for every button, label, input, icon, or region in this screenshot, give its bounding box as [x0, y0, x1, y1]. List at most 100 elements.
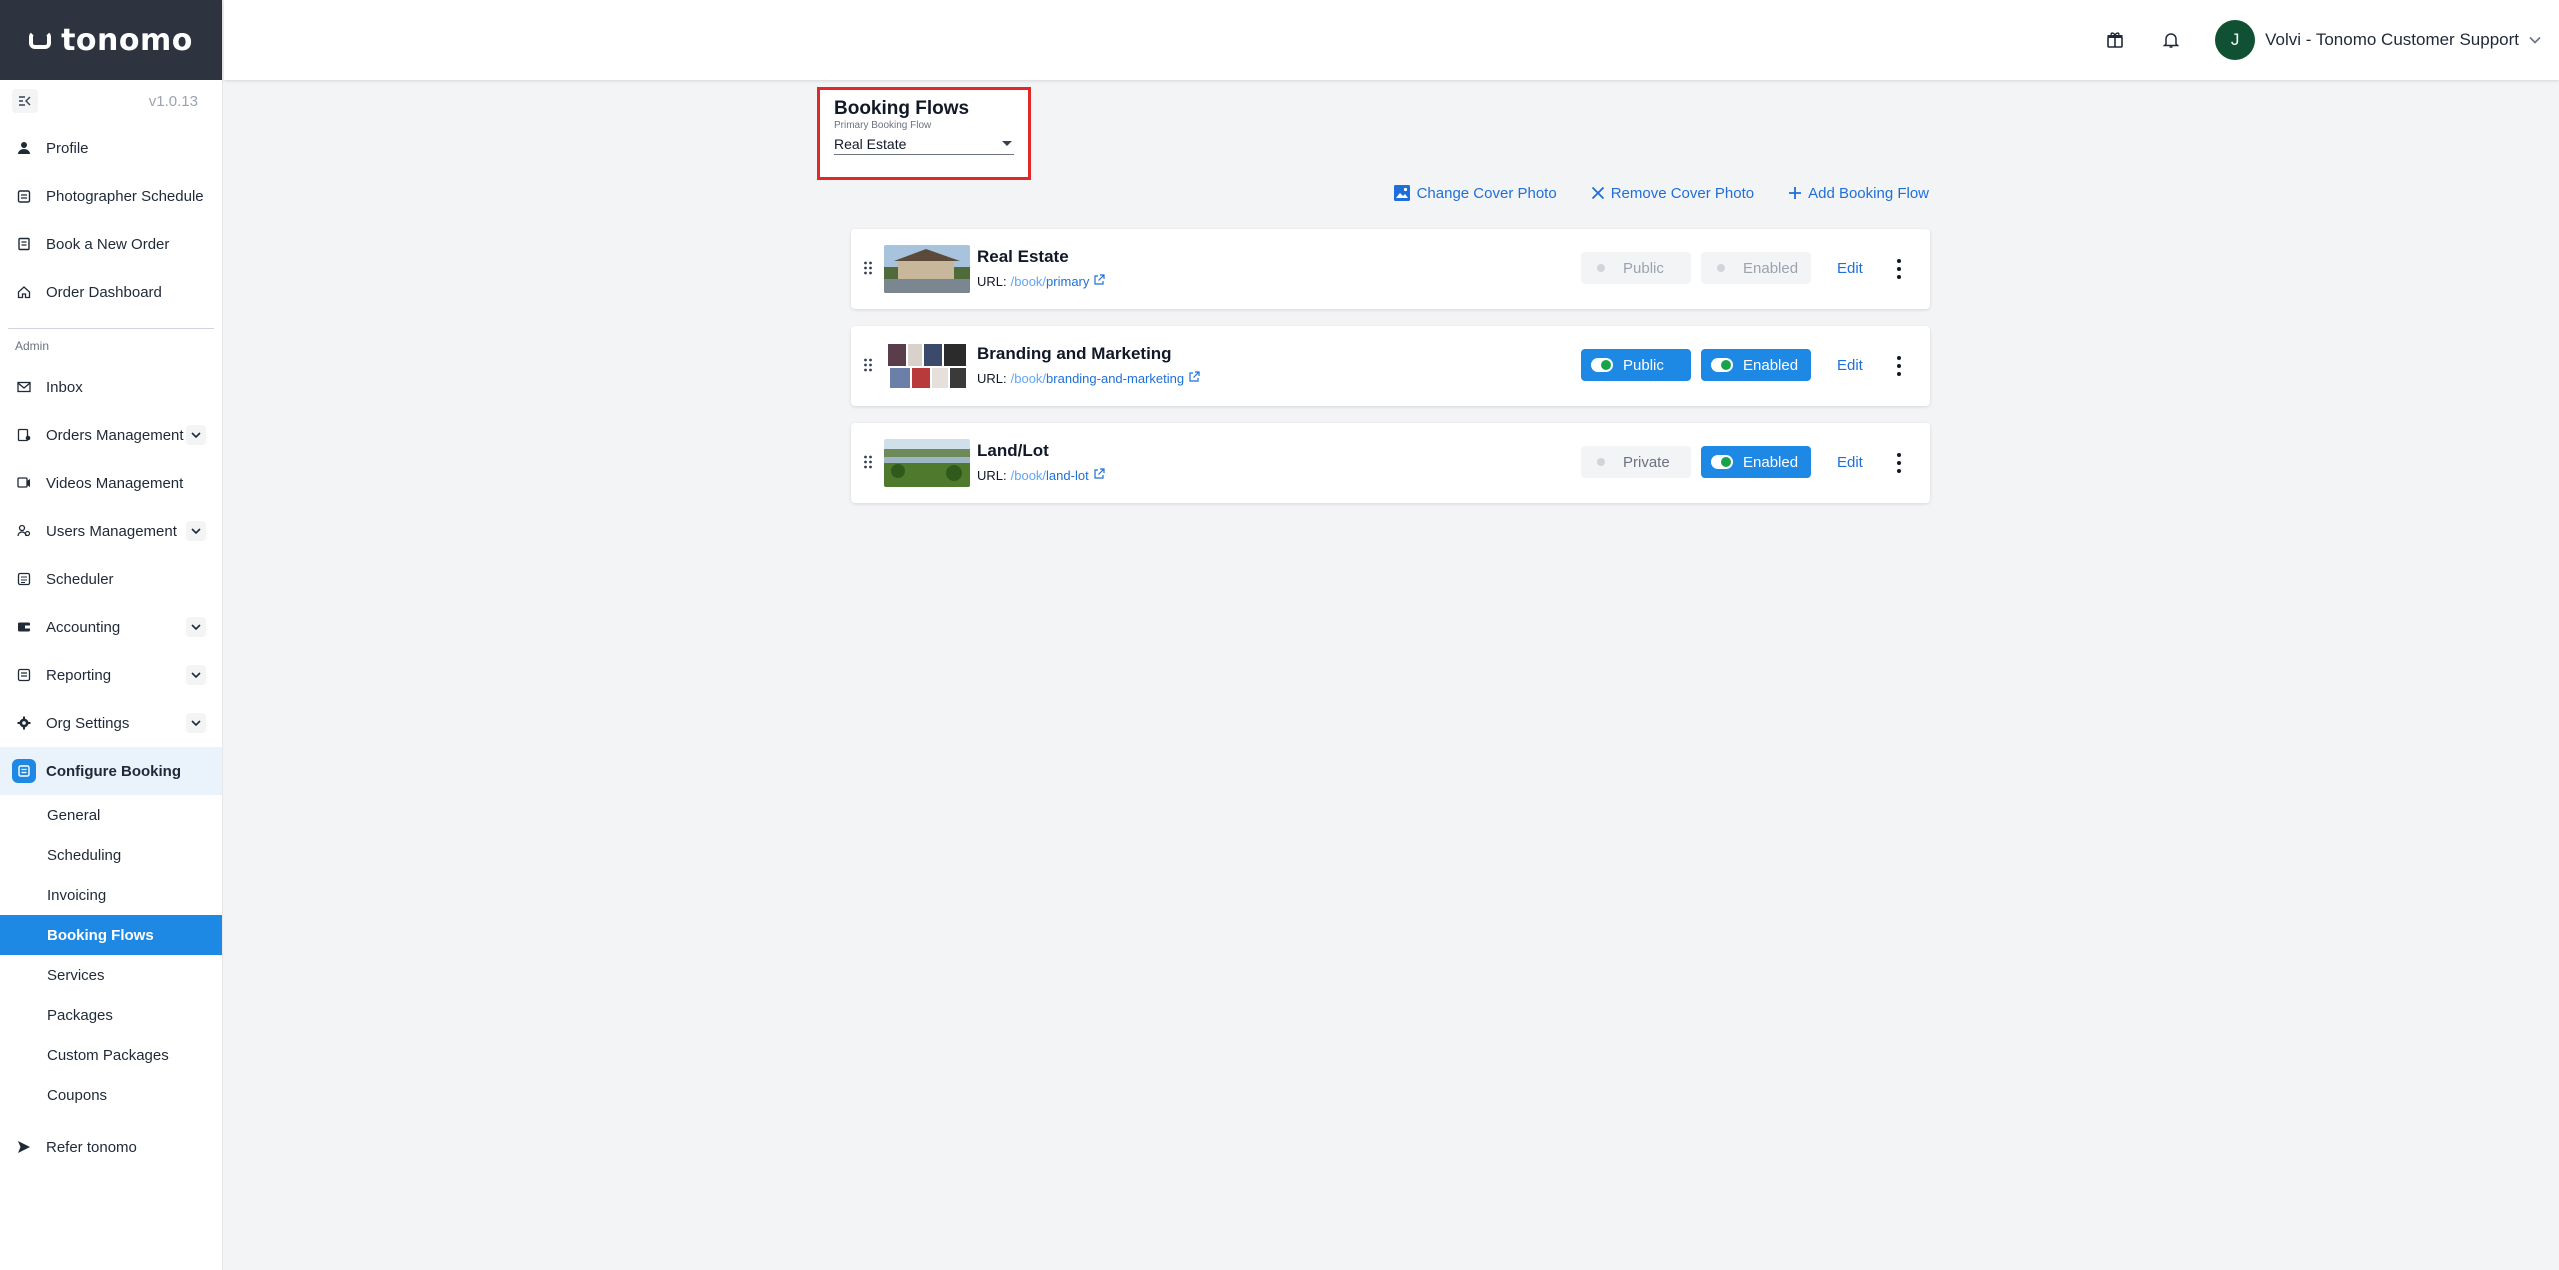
sidebar-subitem-packages[interactable]: Packages: [0, 995, 222, 1035]
add-booking-flow-button[interactable]: Add Booking Flow: [1788, 185, 1929, 202]
sidebar-item-configure-booking[interactable]: Configure Booking: [0, 747, 222, 795]
more-options-icon[interactable]: [1895, 259, 1903, 279]
brand-header[interactable]: tonomo: [0, 0, 222, 80]
status-label: Enabled: [1743, 356, 1799, 374]
remove-cover-label: Remove Cover Photo: [1610, 184, 1755, 202]
sidebar-subitem-coupons[interactable]: Coupons: [0, 1075, 222, 1115]
send-icon: [16, 1139, 32, 1155]
cover-thumbnail: [884, 245, 970, 293]
chevron-down-icon[interactable]: [186, 713, 206, 733]
edit-link[interactable]: Edit: [1837, 357, 1863, 374]
sidebar-subitem-scheduling[interactable]: Scheduling: [0, 835, 222, 875]
book-icon: [16, 236, 32, 252]
external-link-icon[interactable]: [1093, 468, 1105, 483]
sidebar-subitem-services[interactable]: Services: [0, 955, 222, 995]
status-label: Enabled: [1743, 259, 1799, 277]
url-slug-link[interactable]: branding-and-marketing: [1046, 371, 1184, 386]
drag-handle-icon[interactable]: [863, 455, 873, 474]
drag-handle-icon[interactable]: [863, 261, 873, 280]
chevron-down-icon[interactable]: [186, 617, 206, 637]
admin-section-label: Admin: [15, 339, 50, 353]
drag-handle-icon[interactable]: [863, 358, 873, 377]
top-bar-actions: J Volvi - Tonomo Customer Support: [2103, 20, 2541, 60]
sidebar-item-users-management[interactable]: Users Management: [0, 507, 222, 555]
external-link-icon[interactable]: [1093, 274, 1105, 289]
status-toggle[interactable]: Enabled: [1701, 252, 1811, 284]
sidebar-item-refer-tonomo[interactable]: Refer tonomo: [0, 1123, 222, 1171]
orders-icon: [16, 427, 32, 443]
sidebar-subitem-invoicing[interactable]: Invoicing: [0, 875, 222, 915]
chevron-down-icon[interactable]: [186, 521, 206, 541]
sidebar-item-photographer-schedule[interactable]: Photographer Schedule: [0, 172, 222, 220]
sidebar-item-reporting[interactable]: Reporting: [0, 651, 222, 699]
users-icon: [16, 523, 32, 539]
url-slug-link[interactable]: primary: [1046, 274, 1089, 289]
sidebar-item-scheduler[interactable]: Scheduler: [0, 555, 222, 603]
sidebar-item-label: Users Management: [46, 522, 177, 540]
sidebar-item-label: Book a New Order: [46, 235, 170, 253]
app-version: v1.0.13: [148, 92, 198, 110]
sidebar-item-org-settings[interactable]: Org Settings: [0, 699, 222, 747]
url-label: URL:: [977, 274, 1007, 289]
collapse-row: v1.0.13: [0, 80, 222, 122]
toggle-switch: [1711, 261, 1733, 275]
flow-name: Branding and Marketing: [977, 344, 1172, 363]
more-options-icon[interactable]: [1895, 356, 1903, 376]
visibility-label: Public: [1623, 356, 1664, 374]
toggle-switch: [1711, 358, 1733, 372]
sidebar-item-videos-management[interactable]: Videos Management: [0, 459, 222, 507]
sidebar-item-orders-management[interactable]: Orders Management: [0, 411, 222, 459]
sidebar-item-label: Scheduler: [46, 570, 114, 588]
tonomo-logo-icon: [29, 31, 52, 49]
add-flow-label: Add Booking Flow: [1808, 184, 1929, 202]
report-icon: [16, 667, 32, 683]
video-icon: [16, 475, 32, 491]
status-toggle[interactable]: Enabled: [1701, 446, 1811, 478]
edit-link[interactable]: Edit: [1837, 454, 1863, 471]
url-prefix: /book/: [1010, 468, 1047, 483]
collapse-sidebar-icon[interactable]: [12, 89, 38, 113]
sidebar-item-label: Videos Management: [46, 474, 184, 492]
home-icon: [16, 284, 32, 300]
sidebar-item-label: Refer tonomo: [46, 1138, 137, 1156]
user-name[interactable]: Volvi - Tonomo Customer Support: [2265, 30, 2519, 50]
external-link-icon[interactable]: [1188, 371, 1200, 386]
flow-actions: Change Cover Photo Remove Cover Photo Ad…: [1393, 184, 1929, 202]
sidebar-item-label: Profile: [46, 139, 89, 157]
sidebar-item-label: Orders Management: [46, 426, 184, 444]
chevron-down-icon[interactable]: [2529, 31, 2541, 49]
primary-flow-select[interactable]: Real Estate: [834, 133, 1014, 155]
toggle-switch: [1591, 358, 1613, 372]
booking-flow-card-branding: Branding and Marketing URL: /book/ brand…: [851, 326, 1930, 406]
sidebar-item-inbox[interactable]: Inbox: [0, 363, 222, 411]
sidebar-subitem-custom-packages[interactable]: Custom Packages: [0, 1035, 222, 1075]
remove-cover-photo-button[interactable]: Remove Cover Photo: [1591, 185, 1754, 202]
status-toggle[interactable]: Enabled: [1701, 349, 1811, 381]
chevron-down-icon[interactable]: [186, 665, 206, 685]
bell-icon[interactable]: [2159, 28, 2183, 52]
avatar[interactable]: J: [2215, 20, 2256, 60]
edit-link[interactable]: Edit: [1837, 260, 1863, 277]
visibility-toggle[interactable]: Public: [1581, 349, 1691, 381]
visibility-toggle[interactable]: Public: [1581, 252, 1691, 284]
sidebar-item-order-dashboard[interactable]: Order Dashboard: [0, 268, 222, 316]
more-options-icon[interactable]: [1895, 453, 1903, 473]
url-slug-link[interactable]: land-lot: [1046, 468, 1089, 483]
close-icon: [1591, 186, 1604, 200]
sidebar-subitem-general[interactable]: General: [0, 795, 222, 835]
sidebar-item-accounting[interactable]: Accounting: [0, 603, 222, 651]
url-prefix: /book/: [1010, 371, 1047, 386]
gift-icon[interactable]: [2103, 28, 2127, 52]
sidebar-subitem-booking-flows[interactable]: Booking Flows: [0, 915, 222, 955]
sidebar-item-book-new-order[interactable]: Book a New Order: [0, 220, 222, 268]
flow-name: Real Estate: [977, 247, 1069, 266]
person-icon: [16, 140, 32, 156]
sidebar-item-label: Order Dashboard: [46, 283, 162, 301]
sidebar-item-profile[interactable]: Profile: [0, 124, 222, 172]
status-label: Enabled: [1743, 453, 1799, 471]
scheduler-icon: [16, 571, 32, 587]
wallet-icon: [16, 619, 32, 635]
change-cover-photo-button[interactable]: Change Cover Photo: [1393, 184, 1557, 202]
visibility-toggle[interactable]: Private: [1581, 446, 1691, 478]
chevron-down-icon[interactable]: [186, 425, 206, 445]
